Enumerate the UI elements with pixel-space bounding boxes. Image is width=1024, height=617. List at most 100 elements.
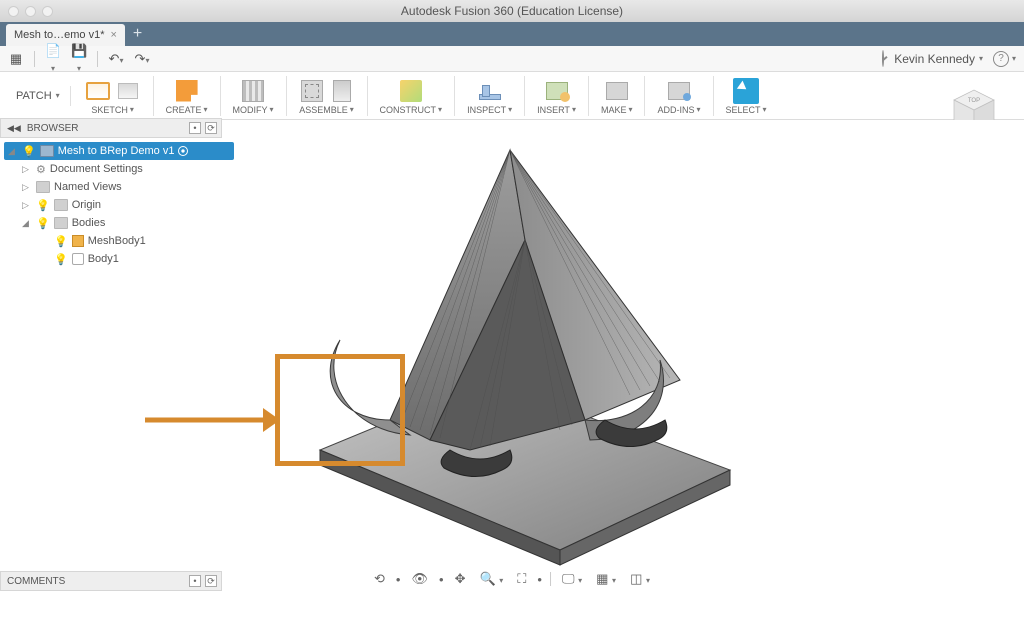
addins-label: ADD-INS [657,105,694,115]
chevron-down-icon: ▾ [56,91,60,100]
activate-radio-icon[interactable] [178,146,188,156]
user-name: Kevin Kennedy [894,52,975,66]
visibility-icon[interactable]: 💡 [36,199,50,212]
tree-named-views[interactable]: ▷ Named Views [4,178,234,196]
insert-group[interactable]: INSERT▾ [531,77,582,115]
redo-icon[interactable]: ↷▾ [134,51,150,67]
construct-group[interactable]: CONSTRUCT▾ [374,77,449,115]
make-label: MAKE [601,105,627,115]
tree-origin[interactable]: ▷ 💡 Origin [4,196,234,214]
annotation-arrow [145,400,280,440]
zoom-window-icon[interactable] [42,6,53,17]
sketch-icon [86,82,110,100]
tree-bodies[interactable]: ◢ 💡 Bodies [4,214,234,232]
viewport[interactable]: ◀◀ BROWSER • ⟳ ◢ 💡 Mesh to BRep Demo v1 … [0,120,1024,591]
look-at-icon[interactable]: 👁 [408,569,431,589]
create-group[interactable]: CREATE▾ [160,77,214,115]
mesh-body-icon [72,235,84,247]
sketch-label: SKETCH [91,105,128,115]
tree-meshbody1[interactable]: 💡 MeshBody1 [4,232,234,250]
folder-icon [54,217,68,229]
panel-pin-icon[interactable]: ⟳ [205,575,217,587]
chevron-down-icon: ▾ [979,54,983,63]
tree-label: Body1 [88,253,119,265]
pan-icon[interactable]: ✥ [452,569,469,589]
expand-icon[interactable]: ◢ [8,146,18,157]
workspace-switcher[interactable]: PATCH ▾ [6,86,71,106]
insert-icon [546,82,568,100]
expand-icon[interactable]: ▷ [22,200,32,211]
viewport-layout-icon[interactable]: ◫ ▾ [627,569,653,589]
construct-label: CONSTRUCT [380,105,437,115]
user-menu[interactable]: Kevin Kennedy ▾ [894,52,983,66]
data-panel-icon[interactable]: ▦ [8,51,24,67]
mac-titlebar: Autodesk Fusion 360 (Education License) [0,0,1024,22]
folder-icon [54,199,68,211]
tree-root[interactable]: ◢ 💡 Mesh to BRep Demo v1 [4,142,234,160]
close-tab-icon[interactable]: × [110,29,116,41]
select-label: SELECT [726,105,761,115]
assemble-icon [301,80,323,102]
assemble-group[interactable]: ASSEMBLE▾ [293,77,361,115]
document-tab-label: Mesh to…emo v1* [14,29,104,41]
tree-label: MeshBody1 [88,235,146,247]
browser-tree: ◢ 💡 Mesh to BRep Demo v1 ▷ ⚙ Document Se… [4,142,234,268]
addins-group[interactable]: ADD-INS▾ [651,77,706,115]
expand-icon[interactable]: ▷ [22,182,32,193]
inspect-icon [479,94,501,100]
make-icon [606,82,628,100]
separator [34,51,35,67]
minimize-window-icon[interactable] [25,6,36,17]
component-icon [40,145,54,157]
display-settings-icon[interactable]: 🖵 ▾ [559,569,585,589]
workspace-label: PATCH [16,90,52,102]
modify-group[interactable]: MODIFY▾ [227,77,280,115]
tree-body1[interactable]: 💡 Body1 [4,250,234,268]
viewcube-top: TOP [968,98,980,104]
collapse-icon[interactable]: ◀◀ [7,123,21,134]
document-tab[interactable]: Mesh to…emo v1* × [6,24,125,46]
chevron-down-icon: ▾ [1012,54,1016,63]
expand-icon[interactable]: ▷ [22,164,32,175]
grid-settings-icon[interactable]: ▦ ▾ [593,569,619,589]
create-icon [176,80,198,102]
close-window-icon[interactable] [8,6,19,17]
undo-icon[interactable]: ↶▾ [108,51,124,67]
tree-document-settings[interactable]: ▷ ⚙ Document Settings [4,160,234,178]
panel-pin-icon[interactable]: ⟳ [205,122,217,134]
inspect-group[interactable]: INSPECT▾ [461,77,518,115]
visibility-icon[interactable]: 💡 [54,253,68,266]
panel-settings-icon[interactable]: • [189,122,201,134]
browser-title: BROWSER [27,123,79,134]
annotation-highlight-box [275,354,405,466]
traffic-lights [0,6,53,17]
save-icon[interactable]: 💾▾ [71,43,87,74]
zoom-icon[interactable]: 🔍 ▾ [476,569,506,589]
visibility-icon[interactable]: 💡 [22,145,36,158]
orbit-icon[interactable]: ⟲ [371,569,388,589]
modify-label: MODIFY [233,105,268,115]
solid-body-icon [72,253,84,265]
fit-icon[interactable]: ⛶ [514,569,529,589]
panel-settings-icon[interactable]: • [189,575,201,587]
create-label: CREATE [166,105,202,115]
tree-label: Named Views [54,181,122,193]
collapse-icon[interactable]: ◢ [22,218,32,229]
assemble-icon-2 [333,80,351,102]
new-tab-button[interactable]: + [127,25,148,43]
help-menu[interactable]: ? ▾ [993,51,1016,67]
insert-label: INSERT [537,105,570,115]
visibility-icon[interactable]: 💡 [36,217,50,230]
folder-icon [36,181,50,193]
file-menu-icon[interactable]: 📄▾ [45,43,61,74]
toolbar-ribbon: PATCH ▾ SKETCH▾ CREATE▾ MODIFY▾ ASSEMBLE… [0,72,1024,120]
make-group[interactable]: MAKE▾ [595,77,639,115]
browser-panel-header[interactable]: ◀◀ BROWSER • ⟳ [0,118,222,138]
job-status-icon[interactable] [882,51,884,66]
comments-panel-header[interactable]: COMMENTS • ⟳ [0,571,222,591]
sketch-group[interactable]: SKETCH▾ [79,77,147,115]
tree-label: Bodies [72,217,106,229]
visibility-icon[interactable]: 💡 [54,235,68,248]
addins-icon [668,82,690,100]
select-group[interactable]: SELECT▾ [720,77,773,115]
